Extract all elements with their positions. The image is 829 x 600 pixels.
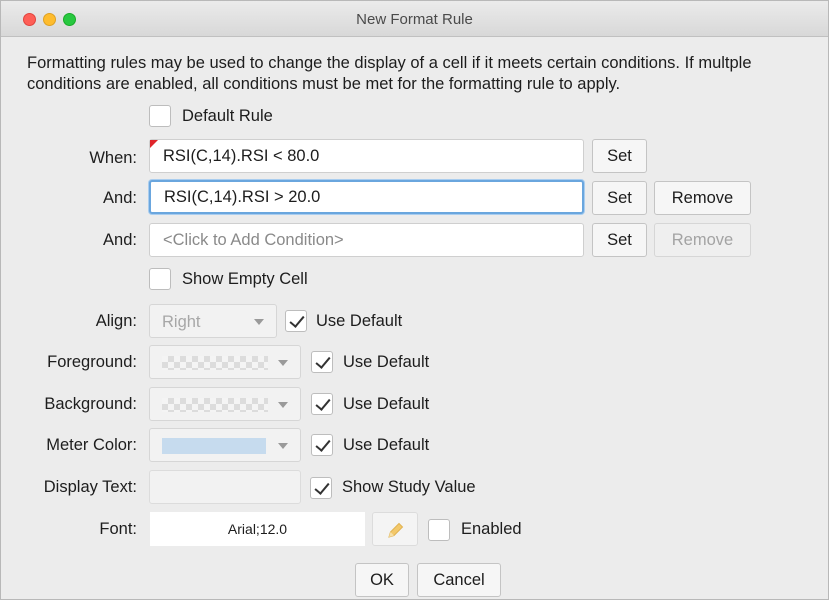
align-label: Align: <box>95 312 137 330</box>
show-study-value-checkbox[interactable] <box>310 477 332 499</box>
add-condition-field[interactable]: <Click to Add Condition> <box>149 223 584 257</box>
window-title: New Format Rule <box>356 11 473 28</box>
font-enabled-checkbox[interactable] <box>428 519 450 541</box>
chevron-down-icon <box>278 443 288 449</box>
pencil-icon <box>388 522 404 538</box>
foreground-use-default-checkbox[interactable] <box>311 351 333 373</box>
meter-color-swatch <box>162 438 266 454</box>
and-label-1: And: <box>103 189 137 207</box>
align-use-default-label: Use Default <box>316 312 403 330</box>
background-use-default-label: Use Default <box>343 395 430 413</box>
background-label: Background: <box>44 395 137 413</box>
description-text: Formatting rules may be used to change t… <box>27 54 752 93</box>
new-format-rule-dialog: New Format Rule Formatting rules may be … <box>0 0 829 600</box>
show-study-value-label: Show Study Value <box>342 478 476 496</box>
and-remove-button-1[interactable]: Remove <box>654 181 751 215</box>
background-use-default-checkbox[interactable] <box>311 393 333 415</box>
font-value-box: Arial;12.0 <box>149 511 366 547</box>
display-text-field[interactable] <box>149 470 301 504</box>
edit-font-button[interactable] <box>372 512 418 546</box>
chevron-down-icon <box>278 402 288 408</box>
and-condition-field-1[interactable]: RSI(C,14).RSI > 20.0 <box>149 180 584 214</box>
align-value: Right <box>162 313 201 331</box>
and-set-button-2[interactable]: Set <box>592 223 647 257</box>
when-condition-field[interactable]: RSI(C,14).RSI < 80.0 <box>149 139 584 173</box>
font-value: Arial;12.0 <box>227 521 288 537</box>
font-enabled-label: Enabled <box>461 520 522 538</box>
align-use-default-checkbox[interactable] <box>285 310 307 332</box>
meter-color-dropdown[interactable] <box>149 428 301 462</box>
when-condition-value: RSI(C,14).RSI < 80.0 <box>163 146 320 165</box>
title-bar[interactable]: New Format Rule <box>1 1 828 37</box>
show-empty-cell-label: Show Empty Cell <box>182 270 308 288</box>
font-label: Font: <box>99 520 137 538</box>
foreground-color-dropdown[interactable] <box>149 345 301 379</box>
default-rule-checkbox[interactable] <box>149 105 171 127</box>
when-label: When: <box>89 149 137 167</box>
chevron-down-icon <box>254 319 264 325</box>
ok-button[interactable]: OK <box>355 563 409 597</box>
when-set-button[interactable]: Set <box>592 139 647 173</box>
meter-color-use-default-label: Use Default <box>343 436 430 454</box>
add-condition-placeholder: <Click to Add Condition> <box>163 230 344 249</box>
align-dropdown[interactable]: Right <box>149 304 277 338</box>
and-remove-button-2[interactable]: Remove <box>654 223 751 257</box>
and-set-button-1[interactable]: Set <box>592 181 647 215</box>
chevron-down-icon <box>278 360 288 366</box>
cancel-button[interactable]: Cancel <box>417 563 501 597</box>
default-rule-label: Default Rule <box>182 107 273 125</box>
foreground-label: Foreground: <box>47 353 137 371</box>
dialog-content: Formatting rules may be used to change t… <box>1 38 828 599</box>
meter-color-use-default-checkbox[interactable] <box>311 434 333 456</box>
background-color-dropdown[interactable] <box>149 387 301 421</box>
transparent-swatch-icon <box>162 356 268 370</box>
meter-color-label: Meter Color: <box>46 436 137 454</box>
and-label-2: And: <box>103 231 137 249</box>
warning-flag-icon <box>150 140 158 148</box>
transparent-swatch-icon <box>162 398 268 412</box>
foreground-use-default-label: Use Default <box>343 353 430 371</box>
display-text-label: Display Text: <box>43 478 137 496</box>
and-condition-value-1: RSI(C,14).RSI > 20.0 <box>164 187 321 206</box>
show-empty-cell-checkbox[interactable] <box>149 268 171 290</box>
